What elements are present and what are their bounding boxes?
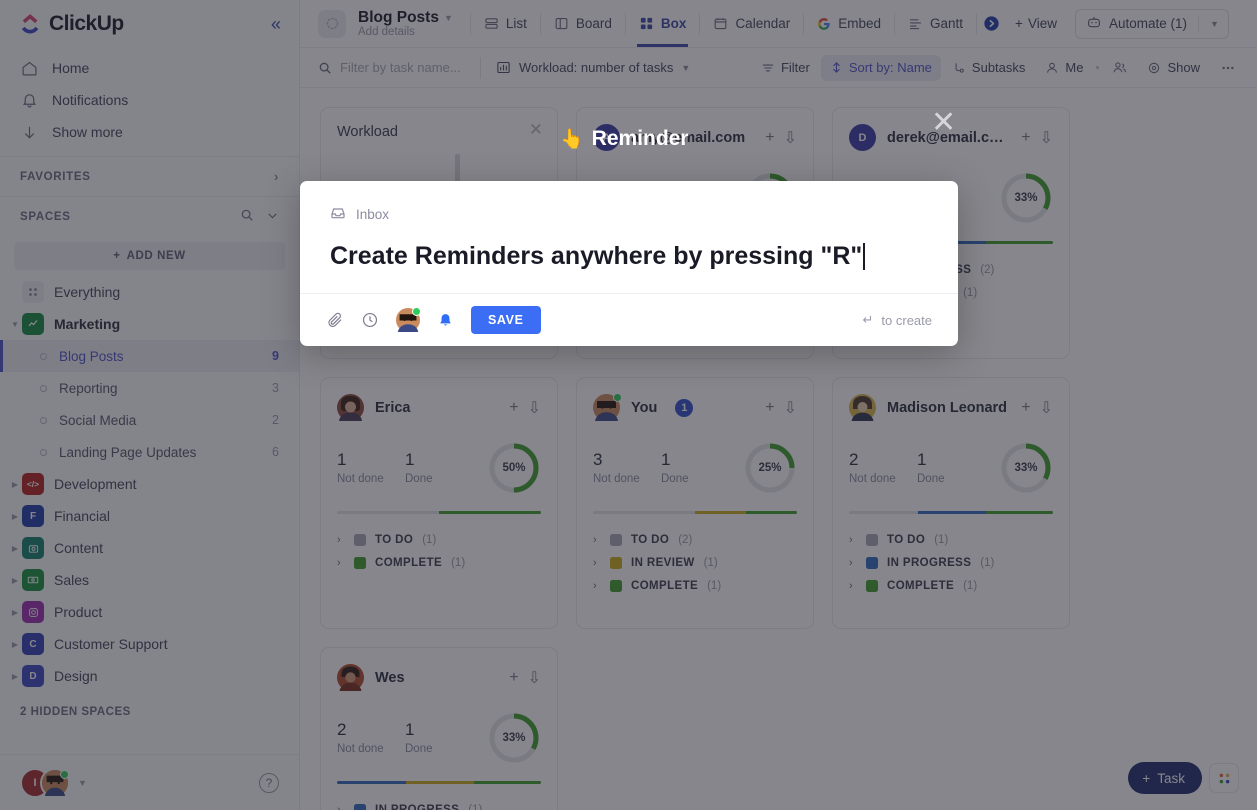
assignee-avatar[interactable] — [396, 308, 420, 332]
clock-icon[interactable] — [361, 311, 379, 329]
reminder-tooltip: 👆 Reminder — [560, 127, 689, 151]
bell-icon[interactable] — [437, 312, 454, 329]
create-hint: ↵ to create — [863, 312, 933, 328]
save-button[interactable]: SAVE — [471, 306, 541, 334]
close-icon[interactable]: ✕ — [931, 105, 956, 140]
modal-footer: SAVE ↵ to create — [300, 293, 958, 346]
pointing-hand-icon: 👆 — [560, 127, 584, 151]
modal-overlay[interactable] — [0, 0, 1257, 810]
inbox-selector[interactable]: Inbox — [330, 205, 928, 224]
reminder-title-value: Create Reminders anywhere by pressing "R… — [330, 242, 862, 271]
attachment-icon[interactable] — [326, 311, 344, 329]
online-status-dot — [412, 307, 421, 316]
reminder-modal: Inbox Create Reminders anywhere by press… — [300, 181, 958, 346]
text-caret — [863, 243, 865, 270]
modal-body: Inbox Create Reminders anywhere by press… — [300, 181, 958, 293]
inbox-icon — [330, 205, 346, 224]
enter-key-icon: ↵ — [863, 312, 874, 328]
reminder-title-input[interactable]: Create Reminders anywhere by pressing "R… — [330, 242, 928, 271]
reminder-tooltip-label: Reminder — [592, 127, 689, 151]
create-hint-label: to create — [881, 313, 932, 328]
app-root: ClickUp « Home Notifications S — [0, 0, 1257, 810]
inbox-label: Inbox — [356, 207, 389, 222]
